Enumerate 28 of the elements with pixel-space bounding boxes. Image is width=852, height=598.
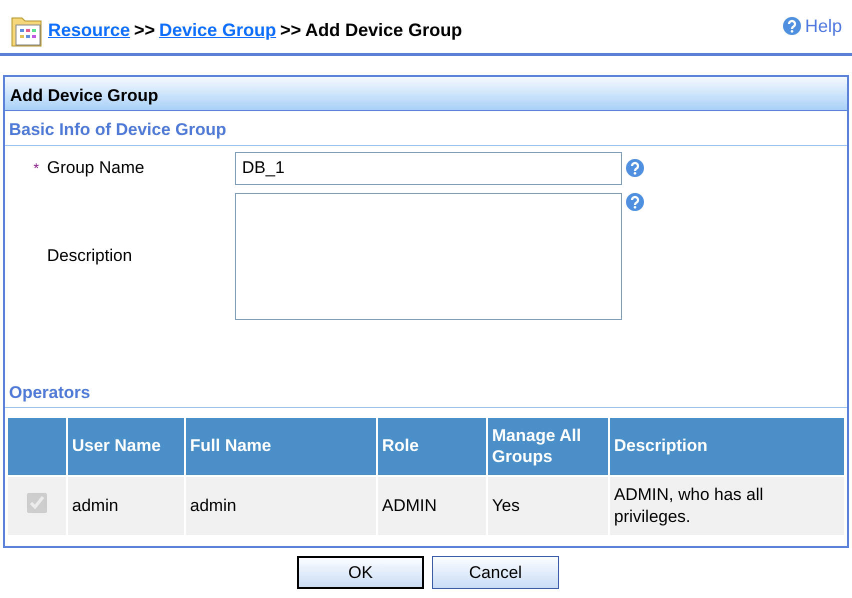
column-header: Manage All Groups	[488, 418, 608, 475]
ok-button[interactable]: OK	[297, 556, 424, 589]
column-header: Role	[378, 418, 486, 475]
text-field[interactable]: DB_1	[235, 152, 622, 184]
help-icon[interactable]	[782, 17, 801, 35]
panel-title: Add Device Group	[5, 77, 847, 111]
column-header: Full Name	[186, 418, 376, 475]
breadcrumb-text: Add Device Group	[305, 19, 462, 42]
breadcrumb-text: >>	[134, 19, 156, 42]
column-header: User Name	[68, 418, 184, 475]
field-label: Group Name	[47, 157, 146, 180]
required-mark: *	[34, 160, 39, 176]
field-label: Description	[47, 245, 134, 268]
section-heading: Operators	[5, 374, 847, 408]
help-link[interactable]: Help	[804, 12, 842, 40]
help-icon[interactable]	[626, 159, 644, 177]
column-header: Description	[610, 418, 844, 475]
cancel-button[interactable]: Cancel	[432, 556, 559, 589]
table-cell: admin	[186, 477, 376, 535]
table-cell: Yes	[488, 477, 608, 535]
table-cell: ADMIN, who has all privileges.	[610, 477, 844, 535]
breadcrumb-text: >>	[280, 19, 302, 42]
section-heading: Basic Info of Device Group	[5, 111, 847, 146]
help-icon[interactable]	[626, 192, 644, 210]
table-cell: admin	[68, 477, 184, 535]
table-cell: ADMIN	[378, 477, 486, 535]
breadcrumb-link[interactable]: Device Group	[159, 17, 276, 44]
breadcrumb-link[interactable]: Resource	[48, 17, 130, 44]
